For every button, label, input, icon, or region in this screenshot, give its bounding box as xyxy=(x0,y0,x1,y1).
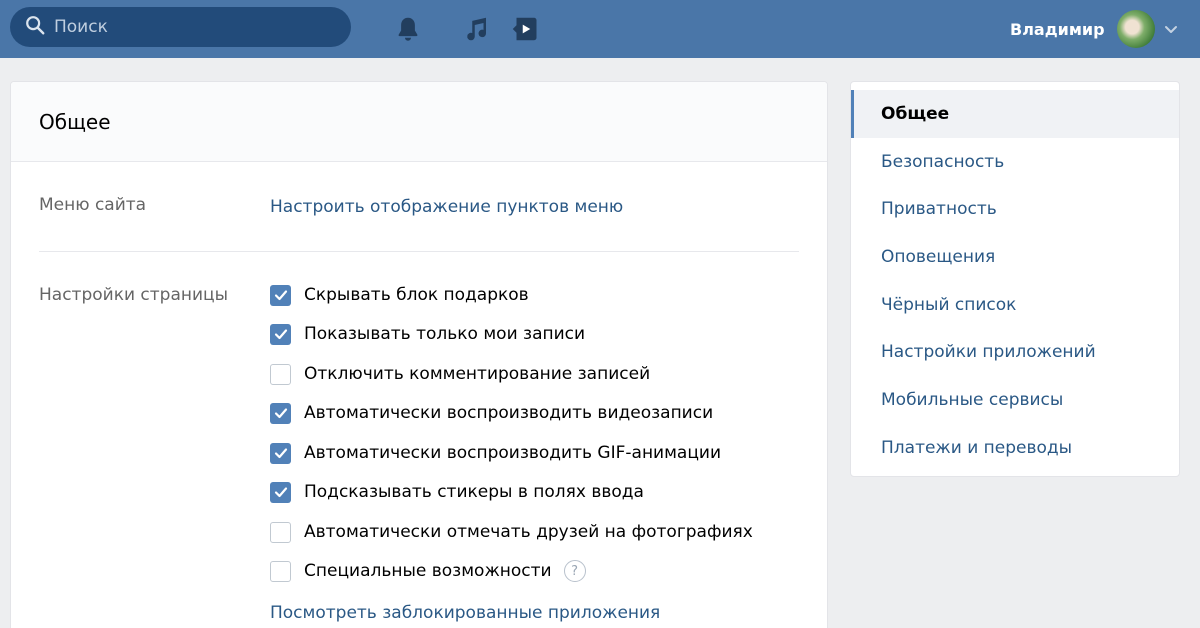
sidebar-item-blacklist[interactable]: Чёрный список xyxy=(851,281,1179,329)
site-menu-label: Меню сайта xyxy=(39,195,147,215)
page-settings-label: Настройки страницы xyxy=(39,285,229,305)
settings-nav: Общее Безопасность Приватность Оповещени… xyxy=(850,81,1180,477)
checkbox[interactable] xyxy=(270,284,291,306)
checkbox-label: Отключить комментирование записей xyxy=(304,364,651,384)
chevron-down-icon xyxy=(1163,21,1179,37)
search-box[interactable] xyxy=(10,7,351,47)
checkbox-label: Автоматически воспроизводить видеозаписи xyxy=(304,403,714,423)
checkbox-suggest-stickers[interactable]: Подсказывать стикеры в полях ввода xyxy=(270,480,644,504)
checkbox-accessibility[interactable]: Специальные возможности ? xyxy=(270,559,586,583)
checkmark-icon xyxy=(274,448,287,459)
sidebar-item-notifications[interactable]: Оповещения xyxy=(851,233,1179,281)
checkbox-autoplay-gifs[interactable]: Автоматически воспроизводить GIF-анимаци… xyxy=(270,441,721,465)
checkbox-disable-comments[interactable]: Отключить комментирование записей xyxy=(270,362,650,386)
card-header: Общее xyxy=(11,82,827,162)
sidebar-item-general[interactable]: Общее xyxy=(851,90,1179,138)
sidebar-item-privacy[interactable]: Приватность xyxy=(851,185,1179,233)
checkbox[interactable] xyxy=(270,442,291,464)
checkbox[interactable] xyxy=(270,323,291,345)
checkbox[interactable] xyxy=(270,402,291,424)
user-name: Владимир xyxy=(1010,19,1105,39)
sidebar-item-security[interactable]: Безопасность xyxy=(851,138,1179,186)
divider xyxy=(39,251,799,252)
checkbox-label: Скрывать блок подарков xyxy=(304,285,529,305)
checkbox-label: Автоматически воспроизводить GIF-анимаци… xyxy=(304,443,722,463)
sidebar-item-payments[interactable]: Платежи и переводы xyxy=(851,424,1179,472)
search-input[interactable] xyxy=(54,17,334,37)
checkbox[interactable] xyxy=(270,560,291,582)
checkbox-autoplay-videos[interactable]: Автоматически воспроизводить видеозаписи xyxy=(270,401,713,425)
avatar xyxy=(1116,10,1155,48)
page-title: Общее xyxy=(39,109,111,134)
sidebar-item-app-settings[interactable]: Настройки приложений xyxy=(851,328,1179,376)
checkbox[interactable] xyxy=(270,363,291,385)
sidebar-item-mobile-services[interactable]: Мобильные сервисы xyxy=(851,376,1179,424)
checkbox-hide-gifts[interactable]: Скрывать блок подарков xyxy=(270,283,529,307)
user-menu[interactable]: Владимир xyxy=(1010,8,1179,50)
blocked-apps-link[interactable]: Посмотреть заблокированные приложения xyxy=(270,603,660,623)
video-play-icon[interactable] xyxy=(507,12,541,46)
checkbox-only-my-posts[interactable]: Показывать только мои записи xyxy=(270,322,585,346)
checkmark-icon xyxy=(274,487,287,498)
checkbox-label: Специальные возможности xyxy=(304,561,552,581)
search-icon xyxy=(24,14,46,40)
checkmark-icon xyxy=(274,408,287,419)
checkmark-icon xyxy=(274,329,287,340)
bell-icon[interactable] xyxy=(391,12,425,46)
checkbox-label: Показывать только мои записи xyxy=(304,324,586,344)
top-bar: Владимир xyxy=(0,0,1200,58)
checkbox-label: Подсказывать стикеры в полях ввода xyxy=(304,482,644,502)
checkbox-tag-friends[interactable]: Автоматически отмечать друзей на фотогра… xyxy=(270,520,753,544)
help-icon[interactable]: ? xyxy=(563,560,586,582)
settings-card: Общее Меню сайта Настроить отображение п… xyxy=(10,81,828,628)
checkbox-label: Автоматически отмечать друзей на фотогра… xyxy=(304,522,753,542)
music-note-icon[interactable] xyxy=(459,12,493,46)
checkbox[interactable] xyxy=(270,521,291,543)
configure-menu-link[interactable]: Настроить отображение пунктов меню xyxy=(270,197,623,217)
checkmark-icon xyxy=(274,290,287,301)
checkbox[interactable] xyxy=(270,481,291,503)
